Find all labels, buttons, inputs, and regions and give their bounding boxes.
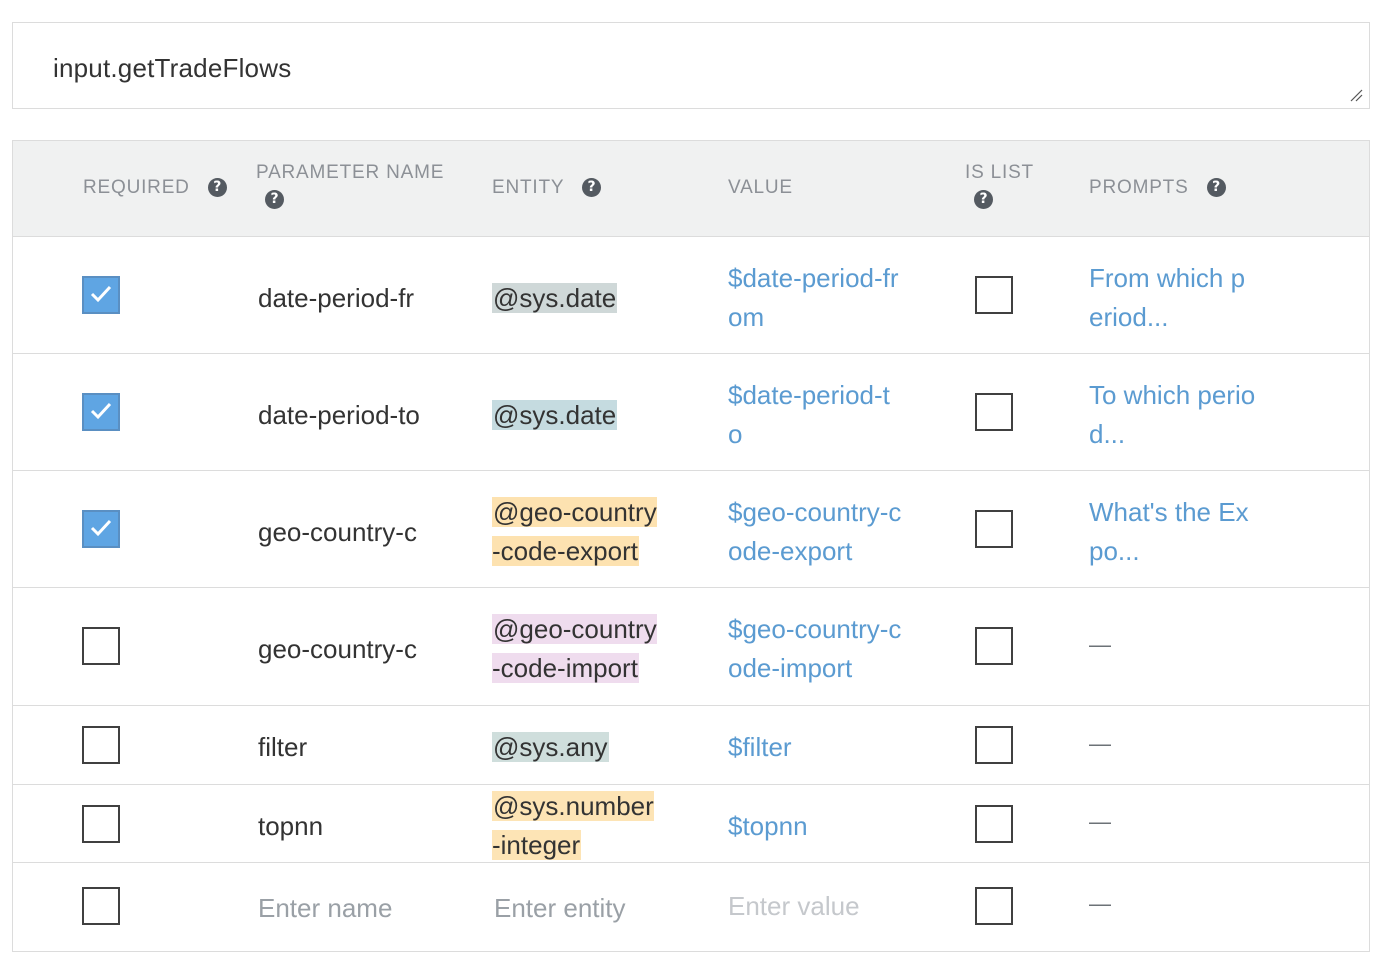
parameter-name-field[interactable]: geo-country-c (258, 630, 424, 669)
value-field[interactable]: $date-period-to (728, 376, 903, 454)
required-checkbox[interactable] (82, 887, 120, 925)
required-checkbox[interactable] (82, 805, 120, 843)
entity-chip: @sys.date (492, 283, 618, 313)
parameters-table: REQUIRED ? PARAMETER NAME ? ENTITY ? VAL… (12, 140, 1370, 952)
parameter-name-input[interactable]: Enter name (258, 889, 392, 928)
prompts-empty[interactable]: — (1089, 809, 1111, 835)
value-input[interactable]: Enter value (728, 887, 860, 926)
header-required: REQUIRED ? (83, 177, 227, 199)
check-icon (90, 402, 112, 420)
parameter-name-field[interactable]: filter (258, 728, 424, 767)
entity-field[interactable]: @sys.date (492, 396, 662, 435)
table-row: filter @sys.any $filter — (13, 706, 1369, 785)
value-field[interactable]: $geo-country-code-export (728, 493, 903, 571)
entity-input[interactable]: Enter entity (494, 889, 626, 928)
table-row: geo-country-c @geo-country-code-export $… (13, 471, 1369, 588)
required-checkbox[interactable] (82, 393, 120, 431)
entity-chip: @geo-country-code-export (492, 497, 657, 566)
is-list-checkbox[interactable] (975, 726, 1013, 764)
prompts-link[interactable]: What's the Expo... (1089, 493, 1259, 571)
entity-field[interactable]: @sys.number-integer (492, 787, 662, 865)
help-circle-icon[interactable]: ? (974, 190, 993, 209)
value-field[interactable]: $topnn (728, 807, 903, 846)
prompts-link[interactable]: To which period... (1089, 376, 1259, 454)
prompts-empty[interactable]: — (1089, 731, 1111, 757)
action-input[interactable]: input.getTradeFlows (12, 22, 1370, 109)
table-header: REQUIRED ? PARAMETER NAME ? ENTITY ? VAL… (13, 141, 1369, 237)
entity-field[interactable]: @sys.date (492, 279, 662, 318)
is-list-checkbox[interactable] (975, 276, 1013, 314)
entity-chip: @sys.date (492, 400, 618, 430)
value-field[interactable]: $date-period-from (728, 259, 903, 337)
resize-handle-icon[interactable] (1349, 88, 1363, 102)
header-prompts: PROMPTS ? (1089, 177, 1226, 199)
is-list-checkbox[interactable] (975, 510, 1013, 548)
parameter-name-field[interactable]: date-period-fr (258, 279, 424, 318)
is-list-checkbox[interactable] (975, 393, 1013, 431)
help-circle-icon[interactable]: ? (265, 190, 284, 209)
prompts-empty[interactable]: — (1089, 632, 1111, 658)
is-list-checkbox[interactable] (975, 887, 1013, 925)
entity-chip: @sys.any (492, 732, 609, 762)
header-is-list: IS LIST ? (965, 162, 1034, 209)
parameter-name-field[interactable]: topnn (258, 807, 424, 846)
check-icon (90, 519, 112, 537)
required-checkbox[interactable] (82, 510, 120, 548)
header-parameter-name: PARAMETER NAME ? (256, 162, 445, 209)
value-field[interactable]: $geo-country-code-import (728, 610, 903, 688)
required-checkbox[interactable] (82, 276, 120, 314)
entity-field[interactable]: @geo-country-code-export (492, 493, 662, 571)
entity-chip: @geo-country-code-import (492, 614, 657, 683)
entity-field[interactable]: @sys.any (492, 728, 662, 767)
help-circle-icon[interactable]: ? (207, 178, 227, 198)
table-row: geo-country-c @geo-country-code-import $… (13, 588, 1369, 706)
prompts-link[interactable]: From which period... (1089, 259, 1259, 337)
header-entity: ENTITY ? (492, 177, 602, 199)
parameter-name-field[interactable]: geo-country-c (258, 513, 424, 552)
value-field[interactable]: $filter (728, 728, 903, 767)
table-row: date-period-fr @sys.date $date-period-fr… (13, 237, 1369, 354)
required-checkbox[interactable] (82, 726, 120, 764)
table-row-new: Enter name Enter entity Enter value — (13, 863, 1369, 951)
required-checkbox[interactable] (82, 627, 120, 665)
is-list-checkbox[interactable] (975, 805, 1013, 843)
prompts-empty[interactable]: — (1089, 891, 1111, 917)
table-row: topnn @sys.number-integer $topnn — (13, 785, 1369, 863)
help-circle-icon[interactable]: ? (1206, 178, 1226, 198)
is-list-checkbox[interactable] (975, 627, 1013, 665)
entity-field[interactable]: @geo-country-code-import (492, 610, 662, 688)
help-circle-icon[interactable]: ? (582, 178, 602, 198)
parameter-name-field[interactable]: date-period-to (258, 396, 424, 435)
check-icon (90, 285, 112, 303)
entity-chip: @sys.number-integer (492, 791, 654, 860)
action-input-value: input.getTradeFlows (53, 53, 292, 83)
header-value: VALUE (728, 177, 793, 198)
table-row: date-period-to @sys.date $date-period-to… (13, 354, 1369, 471)
